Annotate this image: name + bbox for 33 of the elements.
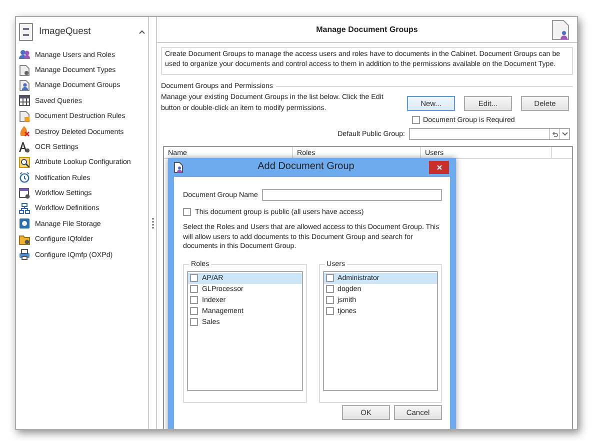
document-people-icon <box>552 20 569 40</box>
close-icon <box>436 165 442 170</box>
checkbox[interactable] <box>326 307 334 316</box>
checkbox[interactable] <box>190 307 198 316</box>
table-icon <box>19 95 30 106</box>
document-people-icon <box>19 80 30 91</box>
checkbox[interactable] <box>190 318 198 326</box>
printer-icon <box>19 249 30 260</box>
dropdown-field[interactable] <box>409 128 570 140</box>
checkbox[interactable] <box>326 285 334 294</box>
flowchart-icon <box>19 203 30 214</box>
disk-icon <box>19 218 30 230</box>
checkbox[interactable] <box>190 274 198 282</box>
undo-icon <box>552 131 558 138</box>
fire-cross-icon <box>19 126 30 138</box>
close-button[interactable] <box>429 161 449 174</box>
sidebar-title: ImageQuest <box>39 25 92 39</box>
chevron-down-icon <box>562 132 568 136</box>
magnifier-document-icon <box>19 156 30 168</box>
text-field[interactable] <box>262 189 442 201</box>
document-people-icon <box>174 162 183 173</box>
checkbox[interactable] <box>190 296 198 304</box>
alarm-clock-icon <box>19 172 30 184</box>
checkbox[interactable] <box>326 296 334 304</box>
collapse-chevron-icon[interactable] <box>139 30 145 34</box>
checkbox[interactable] <box>183 208 191 216</box>
checkbox[interactable] <box>326 274 334 282</box>
people-icon <box>19 49 30 60</box>
checkbox[interactable] <box>190 285 198 294</box>
document-icon <box>19 23 33 41</box>
page-title: Manage Document Groups <box>316 24 418 36</box>
checkbox[interactable] <box>412 116 420 124</box>
dialog-title: Add Document Group <box>256 160 356 174</box>
